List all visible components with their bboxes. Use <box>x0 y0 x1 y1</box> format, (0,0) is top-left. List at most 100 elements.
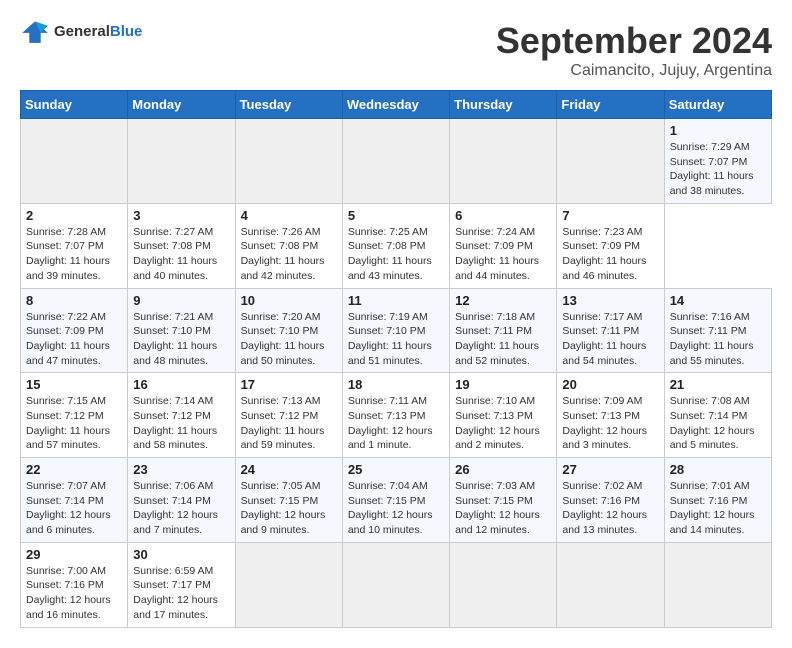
calendar-day-cell: 30 Sunrise: 6:59 AMSunset: 7:17 PMDayligh… <box>128 542 235 627</box>
calendar-day-cell: 14 Sunrise: 7:16 AMSunset: 7:11 PMDayligh… <box>664 288 771 373</box>
day-of-week-header: Saturday <box>664 91 771 119</box>
day-number: 12 <box>455 293 551 308</box>
calendar-week-row: 1 Sunrise: 7:29 AMSunset: 7:07 PMDaylight… <box>21 119 772 204</box>
calendar-day-cell: 4 Sunrise: 7:26 AMSunset: 7:08 PMDaylight… <box>235 203 342 288</box>
calendar-header-row: SundayMondayTuesdayWednesdayThursdayFrid… <box>21 91 772 119</box>
title-section: September 2024 Caimancito, Jujuy, Argent… <box>496 20 772 80</box>
calendar-table: SundayMondayTuesdayWednesdayThursdayFrid… <box>20 90 772 628</box>
day-number: 1 <box>670 123 766 138</box>
day-number: 18 <box>348 377 444 392</box>
day-info: Sunrise: 7:24 AMSunset: 7:09 PMDaylight:… <box>455 226 539 282</box>
day-info: Sunrise: 6:59 AMSunset: 7:17 PMDaylight:… <box>133 565 218 621</box>
day-number: 14 <box>670 293 766 308</box>
day-number: 27 <box>562 462 658 477</box>
calendar-day-cell: 15Sunrise: 7:15 AMSunset: 7:12 PMDayligh… <box>21 373 128 458</box>
calendar-day-cell: 17Sunrise: 7:13 AMSunset: 7:12 PMDayligh… <box>235 373 342 458</box>
day-info: Sunrise: 7:27 AMSunset: 7:08 PMDaylight:… <box>133 226 217 282</box>
calendar-day-cell: 19 Sunrise: 7:10 AMSunset: 7:13 PMDayligh… <box>450 373 557 458</box>
day-number: 30 <box>133 547 229 562</box>
calendar-day-cell: 1 Sunrise: 7:29 AMSunset: 7:07 PMDaylight… <box>664 119 771 204</box>
day-number: 16 <box>133 377 229 392</box>
calendar-week-row: 15Sunrise: 7:15 AMSunset: 7:12 PMDayligh… <box>21 373 772 458</box>
calendar-day-cell: 2 Sunrise: 7:28 AMSunset: 7:07 PMDaylight… <box>21 203 128 288</box>
logo: GeneralBlue <box>20 20 142 45</box>
calendar-day-cell: 6Sunrise: 7:24 AMSunset: 7:09 PMDaylight… <box>450 203 557 288</box>
logo-text-general: General <box>54 23 110 40</box>
day-of-week-header: Tuesday <box>235 91 342 119</box>
day-number: 20 <box>562 377 658 392</box>
calendar-day-cell: 25 Sunrise: 7:04 AMSunset: 7:15 PMDayligh… <box>342 458 449 543</box>
calendar-day-cell: 13 Sunrise: 7:17 AMSunset: 7:11 PMDayligh… <box>557 288 664 373</box>
calendar-week-row: 2 Sunrise: 7:28 AMSunset: 7:07 PMDaylight… <box>21 203 772 288</box>
day-info: Sunrise: 7:20 AMSunset: 7:10 PMDaylight:… <box>241 311 325 367</box>
calendar-day-cell: 29 Sunrise: 7:00 AMSunset: 7:16 PMDayligh… <box>21 542 128 627</box>
calendar-day-cell <box>342 542 449 627</box>
calendar-day-cell <box>235 542 342 627</box>
day-number: 11 <box>348 293 444 308</box>
calendar-day-cell: 21Sunrise: 7:08 AMSunset: 7:14 PMDayligh… <box>664 373 771 458</box>
day-number: 2 <box>26 208 122 223</box>
day-number: 10 <box>241 293 337 308</box>
calendar-day-cell: 8Sunrise: 7:22 AMSunset: 7:09 PMDaylight… <box>21 288 128 373</box>
day-info: Sunrise: 7:22 AMSunset: 7:09 PMDaylight:… <box>26 311 110 367</box>
day-info: Sunrise: 7:17 AMSunset: 7:11 PMDaylight:… <box>562 311 646 367</box>
calendar-day-cell: 22Sunrise: 7:07 AMSunset: 7:14 PMDayligh… <box>21 458 128 543</box>
day-info: Sunrise: 7:00 AMSunset: 7:16 PMDaylight:… <box>26 565 111 621</box>
day-of-week-header: Sunday <box>21 91 128 119</box>
day-info: Sunrise: 7:11 AMSunset: 7:13 PMDaylight:… <box>348 395 433 451</box>
day-info: Sunrise: 7:21 AMSunset: 7:10 PMDaylight:… <box>133 311 217 367</box>
calendar-day-cell: 20 Sunrise: 7:09 AMSunset: 7:13 PMDayligh… <box>557 373 664 458</box>
day-info: Sunrise: 7:14 AMSunset: 7:12 PMDaylight:… <box>133 395 217 451</box>
day-of-week-header: Thursday <box>450 91 557 119</box>
calendar-day-cell: 28Sunrise: 7:01 AMSunset: 7:16 PMDayligh… <box>664 458 771 543</box>
day-info: Sunrise: 7:03 AMSunset: 7:15 PMDaylight:… <box>455 480 540 536</box>
empty-cell <box>235 119 342 204</box>
day-number: 19 <box>455 377 551 392</box>
empty-cell <box>21 119 128 204</box>
day-number: 24 <box>241 462 337 477</box>
day-number: 9 <box>133 293 229 308</box>
calendar-day-cell: 3Sunrise: 7:27 AMSunset: 7:08 PMDaylight… <box>128 203 235 288</box>
day-info: Sunrise: 7:10 AMSunset: 7:13 PMDaylight:… <box>455 395 540 451</box>
calendar-day-cell <box>557 542 664 627</box>
day-number: 28 <box>670 462 766 477</box>
calendar-subtitle: Caimancito, Jujuy, Argentina <box>496 62 772 80</box>
day-number: 21 <box>670 377 766 392</box>
day-info: Sunrise: 7:29 AMSunset: 7:07 PMDaylight:… <box>670 141 754 197</box>
calendar-week-row: 29 Sunrise: 7:00 AMSunset: 7:16 PMDayligh… <box>21 542 772 627</box>
day-number: 26 <box>455 462 551 477</box>
calendar-day-cell: 18 Sunrise: 7:11 AMSunset: 7:13 PMDayligh… <box>342 373 449 458</box>
calendar-day-cell: 7Sunrise: 7:23 AMSunset: 7:09 PMDaylight… <box>557 203 664 288</box>
day-info: Sunrise: 7:15 AMSunset: 7:12 PMDaylight:… <box>26 395 110 451</box>
day-info: Sunrise: 7:23 AMSunset: 7:09 PMDaylight:… <box>562 226 646 282</box>
day-of-week-header: Friday <box>557 91 664 119</box>
day-info: Sunrise: 7:16 AMSunset: 7:11 PMDaylight:… <box>670 311 754 367</box>
calendar-day-cell <box>664 542 771 627</box>
day-info: Sunrise: 7:09 AMSunset: 7:13 PMDaylight:… <box>562 395 647 451</box>
day-info: Sunrise: 7:04 AMSunset: 7:15 PMDaylight:… <box>348 480 433 536</box>
calendar-week-row: 22Sunrise: 7:07 AMSunset: 7:14 PMDayligh… <box>21 458 772 543</box>
day-info: Sunrise: 7:26 AMSunset: 7:08 PMDaylight:… <box>241 226 325 282</box>
calendar-day-cell: 10 Sunrise: 7:20 AMSunset: 7:10 PMDayligh… <box>235 288 342 373</box>
day-info: Sunrise: 7:07 AMSunset: 7:14 PMDaylight:… <box>26 480 111 536</box>
day-number: 13 <box>562 293 658 308</box>
calendar-day-cell: 5Sunrise: 7:25 AMSunset: 7:08 PMDaylight… <box>342 203 449 288</box>
day-number: 25 <box>348 462 444 477</box>
calendar-day-cell: 16 Sunrise: 7:14 AMSunset: 7:12 PMDayligh… <box>128 373 235 458</box>
calendar-day-cell: 12Sunrise: 7:18 AMSunset: 7:11 PMDayligh… <box>450 288 557 373</box>
day-info: Sunrise: 7:02 AMSunset: 7:16 PMDaylight:… <box>562 480 647 536</box>
empty-cell <box>557 119 664 204</box>
calendar-week-row: 8Sunrise: 7:22 AMSunset: 7:09 PMDaylight… <box>21 288 772 373</box>
day-info: Sunrise: 7:28 AMSunset: 7:07 PMDaylight:… <box>26 226 110 282</box>
day-number: 23 <box>133 462 229 477</box>
calendar-day-cell: 27 Sunrise: 7:02 AMSunset: 7:16 PMDayligh… <box>557 458 664 543</box>
calendar-day-cell: 24Sunrise: 7:05 AMSunset: 7:15 PMDayligh… <box>235 458 342 543</box>
day-number: 4 <box>241 208 337 223</box>
day-of-week-header: Wednesday <box>342 91 449 119</box>
day-info: Sunrise: 7:13 AMSunset: 7:12 PMDaylight:… <box>241 395 325 451</box>
calendar-day-cell: 26 Sunrise: 7:03 AMSunset: 7:15 PMDayligh… <box>450 458 557 543</box>
day-of-week-header: Monday <box>128 91 235 119</box>
day-info: Sunrise: 7:19 AMSunset: 7:10 PMDaylight:… <box>348 311 432 367</box>
day-info: Sunrise: 7:06 AMSunset: 7:14 PMDaylight:… <box>133 480 218 536</box>
day-number: 29 <box>26 547 122 562</box>
